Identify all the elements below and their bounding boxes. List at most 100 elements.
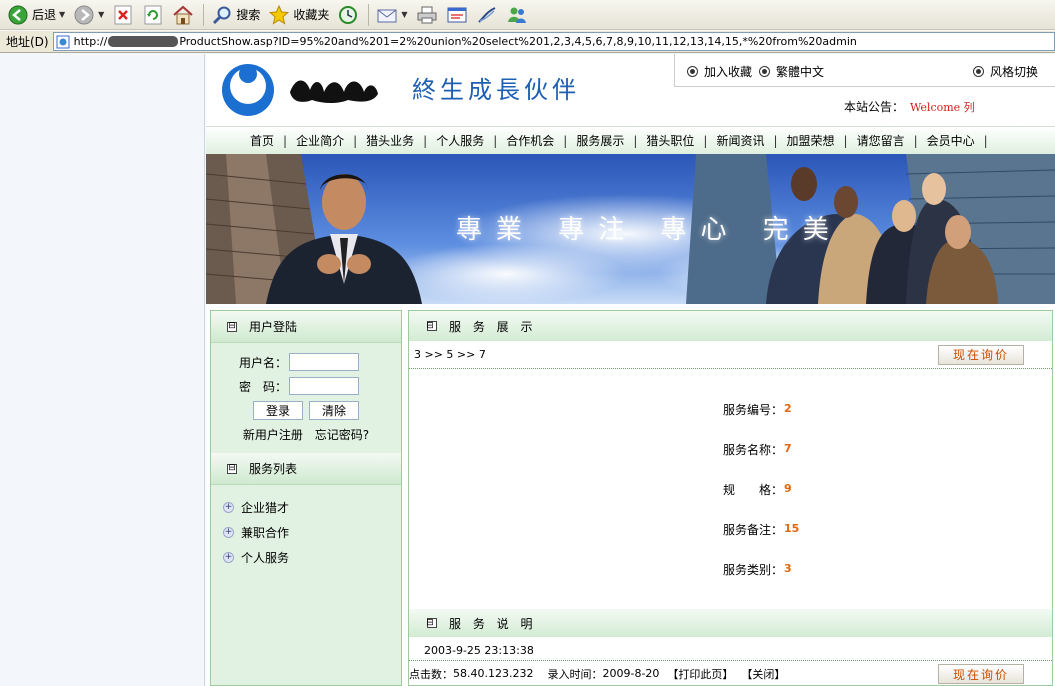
edit-button[interactable] (443, 2, 471, 28)
mail-button[interactable]: ▼ (373, 2, 410, 28)
service-desc-header: ⊟ 服 务 说 明 (409, 609, 1052, 637)
logo-wordmark-icon (290, 80, 378, 103)
detail-footer: 点击数： 58.40.123.232 录入时间： 2009-8-20 【打印此页】 … (409, 660, 1052, 686)
nav-item[interactable]: 合作机会 (506, 132, 554, 149)
service-show-title: 服 务 展 示 (449, 319, 537, 334)
field-label: 服务名称： (723, 443, 784, 457)
address-label: 地址(D) (6, 35, 49, 49)
field-spec: 规 格： 9 (723, 481, 799, 521)
toolbar-divider (203, 3, 205, 26)
stop-icon (112, 4, 134, 26)
home-icon (172, 4, 194, 26)
expand-box-icon: ⊟ (426, 617, 438, 628)
traditional-chinese-link[interactable]: 繁體中文 (759, 63, 824, 80)
field-value: 2 (784, 402, 792, 415)
nav-item[interactable]: 会员中心 (927, 132, 975, 149)
logo-icon (222, 64, 274, 116)
chevron-down-icon[interactable]: ▼ (401, 10, 407, 19)
favorites-label: 收藏夹 (293, 8, 330, 22)
login-links: 新用户注册 忘记密码? (211, 426, 401, 443)
stop-button[interactable] (109, 2, 137, 28)
history-button[interactable] (334, 2, 362, 28)
refresh-button[interactable] (139, 2, 167, 28)
printer-icon (416, 4, 438, 26)
nav-divider: | (563, 133, 568, 148)
add-favorite-link[interactable]: 加入收藏 (687, 63, 752, 80)
toolbar-divider (368, 3, 370, 26)
service-item[interactable]: + 企业猎才 (223, 495, 401, 520)
nav-item[interactable]: 加盟荣想 (787, 132, 835, 149)
nav-divider: | (493, 133, 498, 148)
field-label: 服务备注： (723, 523, 784, 537)
username-input[interactable] (289, 353, 359, 371)
url-prefix: http:// (73, 35, 108, 48)
clear-button[interactable]: 清除 (309, 401, 360, 420)
print-button[interactable] (413, 2, 441, 28)
forward-button[interactable]: ▼ (70, 2, 107, 28)
nav-divider: | (353, 133, 358, 148)
messenger-button[interactable] (503, 2, 531, 28)
service-desc-title: 服 务 说 明 (449, 616, 537, 631)
favorites-button[interactable]: 收藏夹 (265, 2, 332, 28)
field-value: 3 (784, 562, 792, 575)
nav-item[interactable]: 新闻资讯 (716, 132, 764, 149)
address-input[interactable]: http:// ProductShow.asp?ID=95%20and%201=… (52, 32, 1055, 51)
password-input[interactable] (289, 377, 359, 395)
style-switch-label: 风格切换 (990, 65, 1039, 79)
expand-box-icon: ⊟ (227, 321, 237, 332)
login-form: 用户名： 密 码： 登录 清除 新用户注册 忘记密码? (211, 343, 401, 453)
password-label: 密 码： (239, 379, 288, 394)
field-service-name: 服务名称： 7 (723, 441, 799, 481)
service-list-title: 服务列表 (249, 462, 298, 476)
back-button[interactable]: 后退 ▼ (4, 2, 68, 28)
url-path: ProductShow.asp?ID=95%20and%201=2%20unio… (179, 35, 857, 48)
traditional-chinese-label: 繁體中文 (776, 65, 825, 79)
discuss-icon (476, 4, 498, 26)
login-button[interactable]: 登录 (252, 401, 303, 420)
home-button[interactable] (169, 2, 197, 28)
chevron-down-icon[interactable]: ▼ (98, 10, 104, 19)
discuss-button[interactable] (473, 2, 501, 28)
nav-item[interactable]: 请您留言 (857, 132, 905, 149)
field-value: 9 (784, 482, 792, 495)
inquiry-button-bottom[interactable]: 现在询价 (938, 664, 1024, 684)
plus-icon: + (223, 552, 234, 563)
field-remark: 服务备注： 15 (723, 521, 799, 561)
search-icon (211, 4, 233, 26)
service-item[interactable]: + 兼职合作 (223, 520, 401, 545)
field-label: 服务类别： (723, 563, 784, 577)
field-value: 15 (784, 522, 800, 535)
nav-item[interactable]: 猎头业务 (366, 132, 414, 149)
plus-icon: + (223, 502, 234, 513)
mail-icon (376, 4, 398, 26)
nav-item[interactable]: 企业简介 (296, 132, 344, 149)
service-show-header: ⊟ 服 务 展 示 (409, 311, 1052, 341)
messenger-icon (506, 4, 528, 26)
back-label: 后退 (32, 8, 57, 22)
service-item[interactable]: + 个人服务 (223, 545, 401, 570)
page-icon (56, 35, 70, 49)
nav-item[interactable]: 猎头职位 (646, 132, 694, 149)
field-label: 服务编号： (723, 403, 784, 417)
nav-item[interactable]: 首页 (250, 132, 274, 149)
style-switch-link[interactable]: 风格切换 (973, 63, 1038, 80)
service-detail-panel: ⊟ 服 务 展 示 3 >> 5 >> 7 现在询价 服务编号： 2 服务名称： 7… (408, 310, 1053, 686)
entry-time-value: 2009-8-20 (602, 667, 660, 680)
history-icon (337, 4, 359, 26)
register-link[interactable]: 新用户注册 (243, 428, 303, 442)
radio-bullet-icon (759, 66, 770, 77)
radio-bullet-icon (687, 66, 698, 77)
search-button[interactable]: 搜索 (208, 2, 263, 28)
print-page-link[interactable]: 【打印此页】 (667, 666, 733, 682)
sidebar: ⊟ 用户登陆 用户名： 密 码： 登录 清除 新用户注册 忘记密码? ⊟ 服务列 (210, 310, 402, 686)
nav-divider: | (983, 133, 988, 148)
nav-item[interactable]: 个人服务 (436, 132, 484, 149)
field-label: 规 格： (723, 483, 784, 497)
close-link[interactable]: 【关闭】 (741, 666, 785, 682)
forgot-password-link[interactable]: 忘记密码? (315, 428, 369, 442)
chevron-down-icon[interactable]: ▼ (59, 10, 65, 19)
notice-text: Welcome 列 (910, 101, 975, 114)
nav-item[interactable]: 服务展示 (576, 132, 624, 149)
inquiry-button[interactable]: 现在询价 (938, 344, 1024, 365)
web-page: 終生成長伙伴 加入收藏 繁體中文 风格切换 本站公告： Welcome 列 首页 |… (206, 54, 1055, 686)
